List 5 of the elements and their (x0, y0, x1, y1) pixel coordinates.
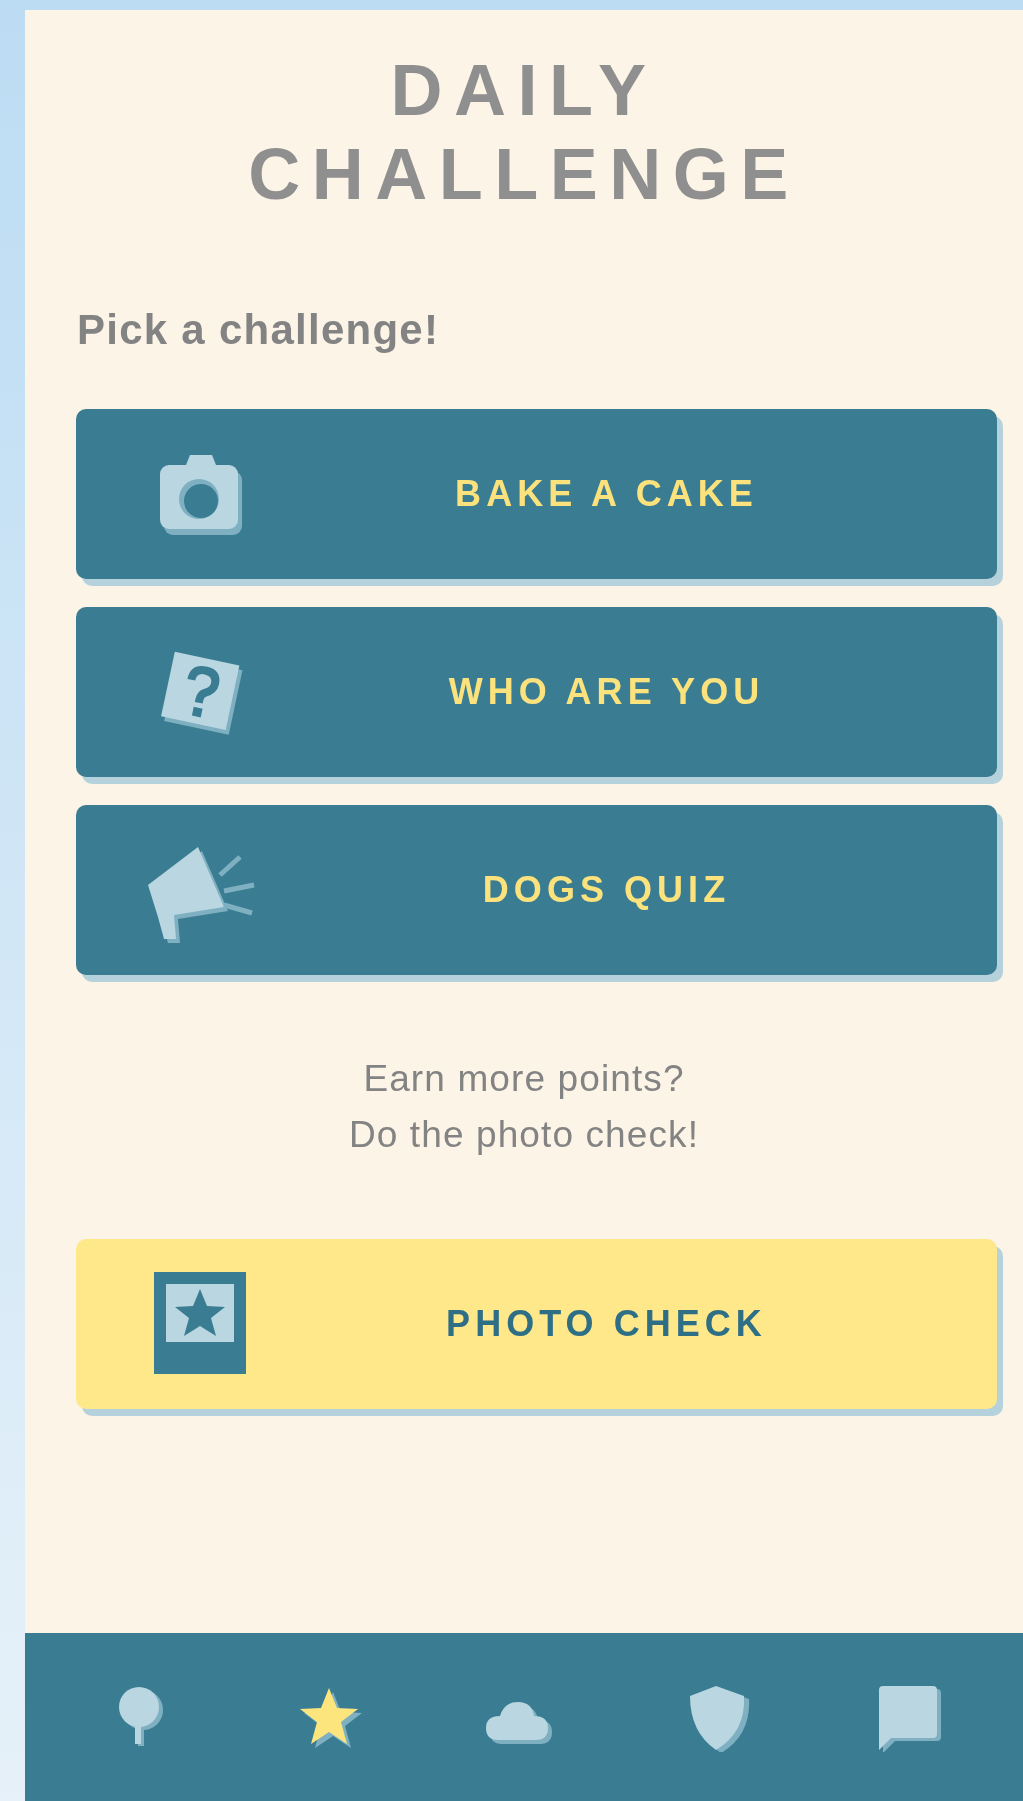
hint-text: Earn more points? (363, 1057, 685, 1101)
prompt-text: Pick a challenge! (77, 305, 441, 355)
page-title: DAILY (390, 49, 658, 132)
hint-text: Do the photo check! (348, 1113, 700, 1157)
page-title: CHALLENGE (248, 133, 800, 216)
